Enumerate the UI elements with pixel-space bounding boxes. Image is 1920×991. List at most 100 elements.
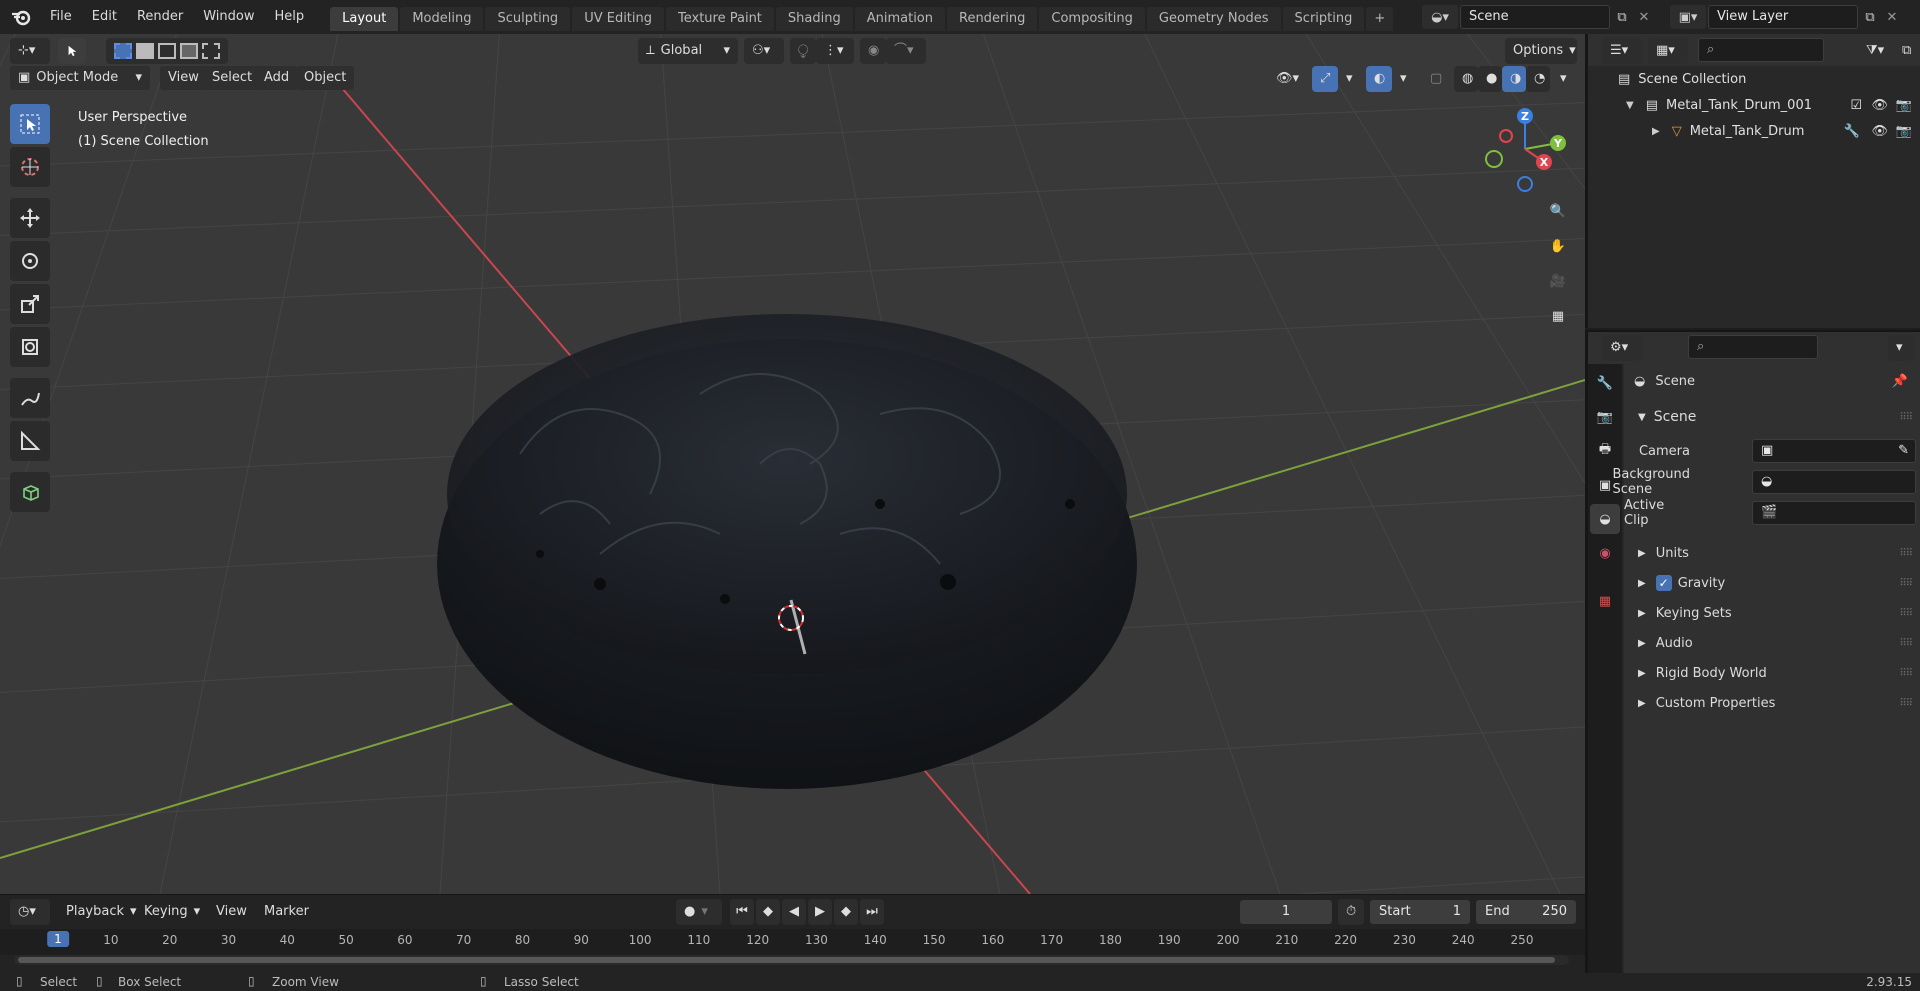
camera-icon[interactable]: 📷 (1896, 124, 1912, 139)
checkbox-icon[interactable]: ☑ (1850, 98, 1862, 113)
pin-icon[interactable]: 📌 (1892, 374, 1908, 389)
gravity-panel-header[interactable]: ▶ ✓ Gravity ⠿⠿ (1624, 570, 1920, 596)
tab-layout[interactable]: Layout (330, 7, 399, 31)
shading-wireframe-button[interactable]: ◍ (1454, 66, 1478, 92)
camera-view-icon[interactable]: 🎥 (1543, 266, 1573, 296)
texture-tab-icon[interactable]: ▦ (1590, 586, 1620, 616)
play-reverse-icon[interactable]: ◀ (782, 899, 806, 925)
gizmo-dropdown[interactable]: ▾ (1338, 66, 1358, 92)
playback-menu[interactable]: Playback ▾ (58, 899, 145, 925)
properties-search-input[interactable]: ⌕ (1688, 335, 1818, 359)
menu-help[interactable]: Help (265, 0, 315, 34)
add-workspace-button[interactable]: + (1366, 7, 1394, 31)
eye-icon[interactable]: 👁 (1871, 124, 1888, 139)
eyedropper-icon[interactable]: ✎ (1898, 440, 1909, 462)
marker-menu[interactable]: Marker (256, 899, 317, 925)
modifier-icon[interactable]: 🔧 (1844, 124, 1860, 139)
active-clip-field[interactable]: 🎬 (1752, 501, 1916, 525)
tab-sculpting[interactable]: Sculpting (485, 7, 571, 31)
blender-logo-icon[interactable] (10, 6, 32, 28)
jump-start-icon[interactable]: ⏮ (730, 899, 754, 925)
proportional-edit-toggle[interactable]: ◉ (860, 38, 886, 64)
drag-handle-icon[interactable]: ⠿⠿ (1899, 698, 1913, 709)
snap-target-dropdown[interactable]: ⋮▾ (816, 38, 854, 64)
xray-toggle[interactable]: ▢ (1422, 66, 1446, 92)
filter-dropdown[interactable]: ⧩▾ (1858, 38, 1894, 64)
invert-selection-icon[interactable] (180, 43, 198, 59)
tab-texture-paint[interactable]: Texture Paint (666, 7, 774, 31)
jump-keyframe-back-icon[interactable]: ◆ (756, 899, 780, 925)
auto-keying-toggle[interactable]: ● ▾ (676, 899, 722, 925)
timeline-editor-type[interactable]: ◷▾ (10, 899, 50, 925)
tab-animation[interactable]: Animation (854, 7, 945, 31)
view-layer-icon[interactable]: ▣▾ (1670, 5, 1706, 29)
preview-range-icon[interactable]: ⏱ (1338, 899, 1364, 925)
drag-handle-icon[interactable]: ⠿⠿ (1899, 412, 1913, 423)
start-frame-field[interactable]: Start 1 (1370, 900, 1470, 924)
subtract-selection-icon[interactable] (158, 43, 176, 59)
scene-tab-icon[interactable]: ◒ (1590, 504, 1620, 534)
keying-menu[interactable]: Keying ▾ (136, 899, 208, 925)
scale-tool[interactable] (10, 284, 50, 324)
3d-viewport[interactable]: ⊹▾ ⟂ Global ▾ ⚇▾ ⧬ ⋮▾ ◉ ⌒▾ Options ▾ ▣ O… (0, 34, 1585, 894)
play-icon[interactable]: ▶ (808, 899, 832, 925)
drag-handle-icon[interactable]: ⠿⠿ (1899, 578, 1913, 589)
editor-type-button[interactable]: ⊹▾ (10, 38, 50, 64)
snap-toggle[interactable]: ⧬ (790, 38, 816, 64)
properties-options-dropdown[interactable]: ▾ (1888, 335, 1914, 361)
tab-geometry-nodes[interactable]: Geometry Nodes (1146, 7, 1281, 31)
scene-panel-header[interactable]: ▼ Scene ⠿⠿ (1624, 404, 1920, 430)
tab-uv-editing[interactable]: UV Editing (572, 7, 665, 31)
timeline-view-menu[interactable]: View (208, 899, 255, 925)
world-tab-icon[interactable]: ◉ (1590, 538, 1620, 568)
jump-keyframe-forward-icon[interactable]: ◆ (834, 899, 858, 925)
camera-icon[interactable]: 📷 (1896, 98, 1912, 113)
pan-view-icon[interactable]: ✋ (1543, 231, 1573, 261)
measure-tool[interactable] (10, 421, 50, 461)
shading-dropdown[interactable]: ▾ (1552, 66, 1574, 92)
rotate-tool[interactable] (10, 241, 50, 281)
outliner-row[interactable]: ▼ ▤ Metal_Tank_Drum_001 ☑ 👁 📷 (1588, 92, 1920, 118)
overlays-dropdown[interactable]: ▾ (1392, 66, 1412, 92)
camera-field[interactable]: ▣ ✎ (1752, 439, 1916, 463)
drag-handle-icon[interactable]: ⠿⠿ (1899, 638, 1913, 649)
gizmo-toggle[interactable]: ⤢ (1312, 66, 1338, 92)
tab-scripting[interactable]: Scripting (1282, 7, 1365, 31)
scene-name-field[interactable]: Scene (1460, 5, 1610, 29)
select-box-tool[interactable] (10, 104, 50, 144)
menu-window[interactable]: Window (193, 0, 264, 34)
menu-render[interactable]: Render (127, 0, 193, 34)
rigid-body-world-panel-header[interactable]: ▶ Rigid Body World ⠿⠿ (1624, 660, 1920, 686)
view-layer-field[interactable]: View Layer (1708, 5, 1858, 29)
delete-scene-icon[interactable]: ✕ (1634, 5, 1654, 29)
menu-file[interactable]: File (40, 0, 82, 34)
menu-edit[interactable]: Edit (82, 0, 127, 34)
intersect-selection-icon[interactable] (202, 43, 220, 59)
frame-ruler[interactable]: 1 10 20 30 40 50 60 70 80 90 100 110 120 130 140 150 160… (0, 929, 1585, 955)
pivot-point-dropdown[interactable]: ⚇▾ (744, 38, 784, 64)
end-frame-field[interactable]: End 250 (1476, 900, 1576, 924)
navigation-gizmo[interactable]: Z Y X (1480, 104, 1570, 194)
annotate-tool[interactable] (10, 378, 50, 418)
cursor-tool[interactable] (10, 147, 50, 187)
tool-tab-icon[interactable]: 🔧 (1590, 368, 1620, 398)
current-frame-field[interactable]: 1 (1240, 900, 1332, 924)
tab-modeling[interactable]: Modeling (400, 7, 484, 31)
jump-end-icon[interactable]: ⏭ (860, 899, 884, 925)
shading-material-button[interactable]: ◑ (1502, 66, 1526, 92)
new-collection-icon[interactable]: ⧉ (1894, 38, 1918, 64)
proportional-falloff-dropdown[interactable]: ⌒▾ (886, 38, 926, 64)
select-mode-buttons[interactable] (106, 38, 228, 64)
audio-panel-header[interactable]: ▶ Audio ⠿⠿ (1624, 630, 1920, 656)
outliner-search-input[interactable]: ⌕ (1698, 38, 1824, 62)
tab-compositing[interactable]: Compositing (1039, 7, 1145, 31)
mode-dropdown[interactable]: ▣ Object Mode ▾ (10, 66, 150, 90)
menu-object[interactable]: Object (296, 66, 355, 90)
keying-sets-panel-header[interactable]: ▶ Keying Sets ⠿⠿ (1624, 600, 1920, 626)
tab-rendering[interactable]: Rendering (947, 7, 1038, 31)
new-selection-icon[interactable] (114, 43, 132, 59)
new-scene-icon[interactable]: ⧉ (1610, 5, 1634, 29)
drag-handle-icon[interactable]: ⠿⠿ (1899, 548, 1913, 559)
gravity-checkbox[interactable]: ✓ (1655, 575, 1672, 591)
ortho-toggle-icon[interactable]: ▦ (1543, 301, 1573, 331)
